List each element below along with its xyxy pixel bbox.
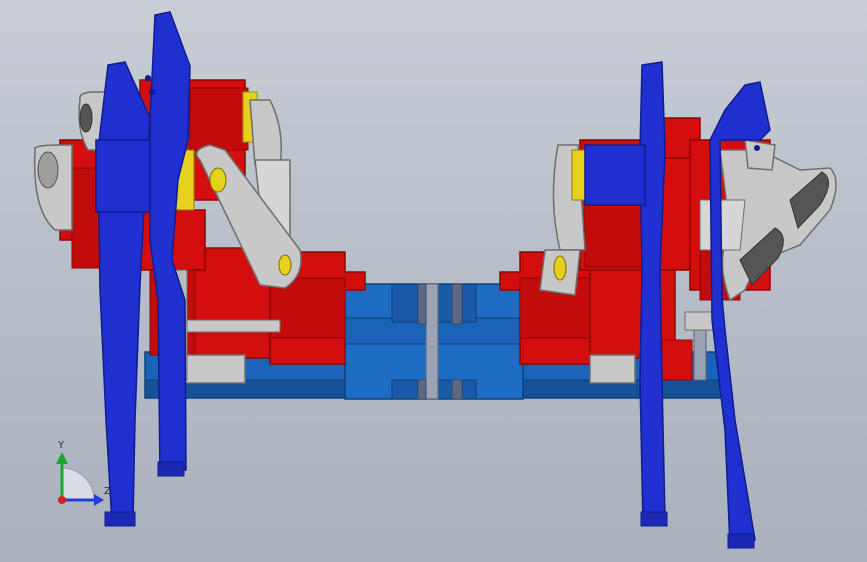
triad-y-label: Y — [58, 440, 65, 451]
robot-assembly-model[interactable] — [0, 0, 867, 562]
coordinate-triad-icon — [56, 452, 104, 506]
cad-viewport[interactable]: Y Z — [0, 0, 867, 562]
triad-z-label: Z — [104, 486, 111, 497]
